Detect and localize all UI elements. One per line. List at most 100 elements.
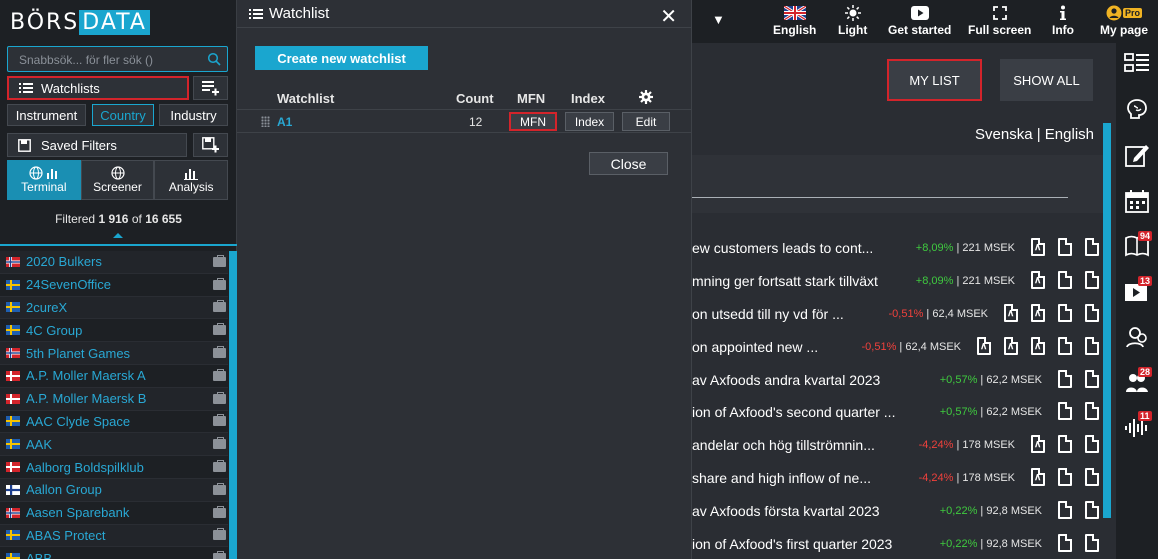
news-row[interactable]: ion of Axfood's first quarter 2023 +0,22%…	[692, 529, 1102, 559]
drag-handle-icon[interactable]	[261, 116, 270, 127]
watchlists-button[interactable]: Watchlists	[7, 76, 189, 100]
company-name[interactable]: ABAS Protect	[26, 528, 213, 543]
document-icon[interactable]	[1058, 270, 1072, 289]
document-icon[interactable]	[1085, 402, 1099, 421]
briefcase-icon[interactable]	[213, 277, 226, 290]
document-icon[interactable]	[1058, 336, 1072, 355]
briefcase-icon[interactable]	[213, 254, 226, 267]
briefcase-icon[interactable]	[213, 482, 226, 495]
briefcase-icon[interactable]	[213, 414, 226, 427]
company-name[interactable]: ABB	[26, 551, 213, 559]
index-button[interactable]: Index	[565, 112, 614, 131]
pdf-icon[interactable]	[1031, 468, 1045, 487]
company-name[interactable]: AAK	[26, 437, 213, 452]
mode-terminal[interactable]: Terminal	[7, 160, 81, 200]
document-icon[interactable]	[1058, 303, 1072, 322]
news-headline[interactable]: ion of Axfood's second quarter ...	[692, 404, 895, 420]
mode-screener[interactable]: Screener	[80, 160, 155, 200]
my-list-button[interactable]: MY LIST	[887, 59, 982, 101]
pdf-icon[interactable]	[1004, 336, 1018, 355]
briefcase-icon[interactable]	[213, 300, 226, 313]
brain-icon[interactable]	[1124, 97, 1150, 123]
pdf-icon[interactable]	[1031, 336, 1045, 355]
mode-analysis[interactable]: Analysis	[154, 160, 229, 200]
news-row[interactable]: share and high inflow of ne... -4,24% | 1…	[692, 463, 1102, 496]
news-row[interactable]: ew customers leads to cont... +8,09% | 22…	[692, 233, 1102, 266]
show-all-button[interactable]: SHOW ALL	[1000, 59, 1093, 101]
document-icon[interactable]	[1085, 336, 1099, 355]
list-item[interactable]: Aasen Sparebank	[0, 502, 228, 525]
add-filter-button[interactable]	[193, 133, 228, 157]
document-icon[interactable]	[1085, 534, 1099, 553]
news-headline[interactable]: ew customers leads to cont...	[692, 240, 873, 256]
layout-list-icon[interactable]	[1124, 51, 1150, 77]
list-item[interactable]: 4C Group	[0, 319, 228, 343]
gear-icon[interactable]	[639, 90, 653, 104]
news-headline[interactable]: ion of Axfood's first quarter 2023	[692, 536, 892, 552]
briefcase-icon[interactable]	[213, 391, 226, 404]
company-name[interactable]: 5th Planet Games	[26, 346, 213, 361]
news-headline[interactable]: share and high inflow of ne...	[692, 470, 871, 486]
briefcase-icon[interactable]	[213, 323, 226, 336]
table-row[interactable]: A1 12 MFN Index Edit	[237, 109, 692, 133]
topbar-get-started[interactable]: Get started	[888, 3, 951, 37]
close-button[interactable]: Close	[589, 152, 668, 175]
calendar-icon[interactable]	[1124, 188, 1150, 214]
list-item[interactable]: A.P. Moller Maersk B	[0, 387, 228, 411]
news-row[interactable]: av Axfoods andra kvartal 2023 +0,57% | 62…	[692, 365, 1102, 398]
topbar-my-page[interactable]: Pro My page	[1100, 3, 1148, 37]
news-row[interactable]: on utsedd till ny vd för ... -0,51% | 62,…	[692, 299, 1102, 332]
edit-button[interactable]: Edit	[622, 112, 670, 131]
list-item[interactable]: A.P. Moller Maersk A	[0, 365, 228, 388]
document-icon[interactable]	[1085, 270, 1099, 289]
logo[interactable]: BÖRS DATA	[10, 8, 152, 36]
company-name[interactable]: Aallon Group	[26, 482, 213, 497]
news-headline[interactable]: mning ger fortsatt stark tillväxt	[692, 273, 878, 289]
pdf-icon[interactable]	[1031, 270, 1045, 289]
document-icon[interactable]	[1058, 534, 1072, 553]
saved-filters-button[interactable]: Saved Filters	[7, 133, 187, 157]
document-icon[interactable]	[1058, 238, 1072, 256]
document-icon[interactable]	[1058, 435, 1072, 454]
document-icon[interactable]	[1058, 501, 1072, 520]
document-icon[interactable]	[1085, 238, 1099, 256]
add-watchlist-button[interactable]	[193, 76, 228, 100]
tab-country[interactable]: Country	[92, 104, 154, 126]
briefcase-icon[interactable]	[213, 528, 226, 541]
sidebar-scrollbar[interactable]	[229, 251, 237, 559]
main-scrollbar[interactable]	[1103, 123, 1111, 518]
company-name[interactable]: A.P. Moller Maersk A	[26, 368, 213, 383]
topbar-fullscreen[interactable]: Full screen	[968, 3, 1031, 37]
document-icon[interactable]	[1085, 369, 1099, 388]
search-input[interactable]: Snabbsök... för fler sök ()	[7, 46, 228, 72]
briefcase-icon[interactable]	[213, 368, 226, 381]
list-item[interactable]: ABB	[0, 547, 228, 559]
news-headline[interactable]: av Axfoods första kvartal 2023	[692, 503, 880, 519]
chevron-down-icon[interactable]: ▼	[712, 12, 725, 27]
news-row[interactable]: on appointed new ... -0,51% | 62,4 MSEK	[692, 332, 1102, 365]
news-headline[interactable]: on utsedd till ny vd för ...	[692, 306, 844, 322]
list-item[interactable]: 2cureX	[0, 296, 228, 320]
tab-instrument[interactable]: Instrument	[7, 104, 86, 126]
news-headline[interactable]: andelar och hög tillströmnin...	[692, 437, 875, 453]
document-icon[interactable]	[1058, 402, 1072, 421]
news-row[interactable]: mning ger fortsatt stark tillväxt +8,09% …	[692, 266, 1102, 299]
document-icon[interactable]	[1058, 468, 1072, 487]
news-row[interactable]: andelar och hög tillströmnin... -4,24% | …	[692, 430, 1102, 463]
list-item[interactable]: AAK	[0, 433, 228, 457]
list-item[interactable]: Aalborg Boldspilklub	[0, 456, 228, 479]
list-item[interactable]: 2020 Bulkers	[0, 251, 228, 274]
topbar-light[interactable]: Light	[838, 3, 867, 37]
news-headline[interactable]: on appointed new ...	[692, 339, 818, 355]
briefcase-icon[interactable]	[213, 346, 226, 359]
briefcase-icon[interactable]	[213, 551, 226, 559]
document-icon[interactable]	[1085, 501, 1099, 520]
list-item[interactable]: ABAS Protect	[0, 524, 228, 548]
list-item[interactable]: 5th Planet Games	[0, 342, 228, 365]
briefcase-icon[interactable]	[213, 460, 226, 473]
pdf-icon[interactable]	[1031, 238, 1045, 256]
company-name[interactable]: A.P. Moller Maersk B	[26, 391, 213, 406]
company-name[interactable]: Aasen Sparebank	[26, 505, 213, 520]
pdf-icon[interactable]	[977, 336, 991, 355]
document-icon[interactable]	[1085, 435, 1099, 454]
